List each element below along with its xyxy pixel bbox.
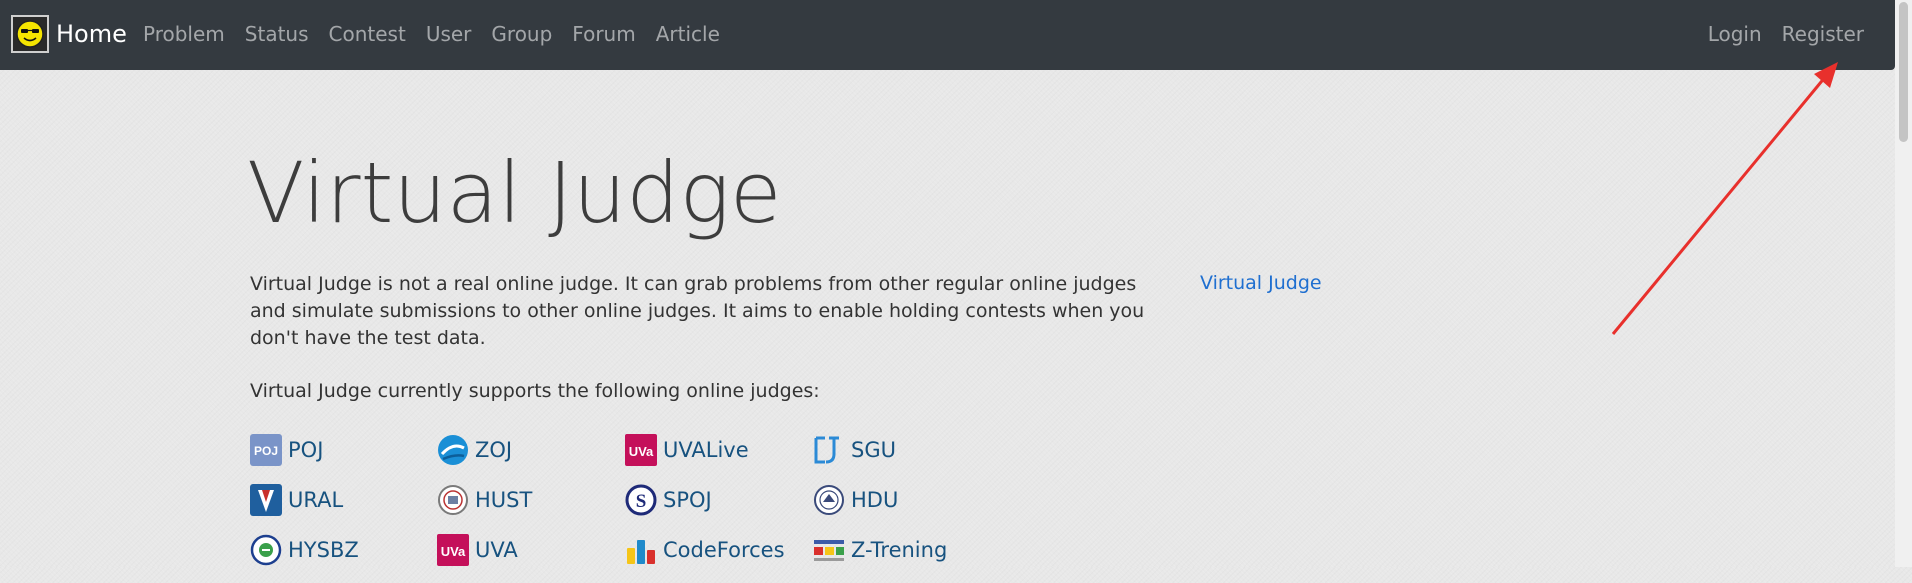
- home-label: Home: [56, 20, 127, 48]
- supports-text: Virtual Judge currently supports the fol…: [250, 380, 820, 402]
- sgu-icon: [813, 434, 845, 466]
- judge-uvalive[interactable]: UVa UVALive: [625, 433, 813, 467]
- top-navbar: Home Problem Status Contest User Group F…: [0, 0, 1895, 70]
- judge-name: URAL: [288, 488, 344, 512]
- svg-text:UVa: UVa: [441, 544, 466, 559]
- nav-problem[interactable]: Problem: [143, 22, 225, 46]
- judge-name: UVA: [475, 538, 518, 562]
- scrollbar-thumb[interactable]: [1899, 2, 1908, 142]
- judge-name: ZOJ: [475, 438, 513, 462]
- poj-icon: POJ: [250, 434, 282, 466]
- judge-name: HDU: [851, 488, 899, 512]
- register-link[interactable]: Register: [1782, 22, 1864, 46]
- judge-name: UVALive: [663, 438, 749, 462]
- nav-article[interactable]: Article: [656, 22, 720, 46]
- judge-hysbz[interactable]: HYSBZ: [250, 533, 437, 567]
- codeforces-icon: [625, 534, 657, 566]
- auth-nav: Login Register: [1688, 0, 1864, 67]
- page-title: Virtual Judge: [247, 144, 782, 242]
- svg-text:POJ: POJ: [254, 444, 278, 458]
- nav-forum[interactable]: Forum: [572, 22, 635, 46]
- nav-contest[interactable]: Contest: [329, 22, 406, 46]
- z-trening-icon: [813, 534, 845, 566]
- nav-group[interactable]: Group: [491, 22, 552, 46]
- judge-name: SPOJ: [663, 488, 712, 512]
- spoj-icon: S: [625, 484, 657, 516]
- svg-text:UVa: UVa: [629, 444, 654, 459]
- home-brand-link[interactable]: Home: [11, 15, 127, 53]
- nav-status[interactable]: Status: [245, 22, 309, 46]
- nav-user[interactable]: User: [426, 22, 472, 46]
- main-nav: Problem Status Contest User Group Forum …: [143, 0, 740, 67]
- judge-name: SGU: [851, 438, 896, 462]
- zoj-icon: [437, 434, 469, 466]
- vertical-scrollbar[interactable]: [1895, 0, 1912, 567]
- judge-ural[interactable]: URAL: [250, 483, 437, 517]
- login-link[interactable]: Login: [1708, 22, 1762, 46]
- judge-name: POJ: [288, 438, 324, 462]
- hysbz-icon: [250, 534, 282, 566]
- judge-hdu[interactable]: HDU: [813, 483, 1001, 517]
- judge-sgu[interactable]: SGU: [813, 433, 1001, 467]
- online-judge-list: POJ POJ ZOJ UVa UVALive SGU URAL HUST S …: [250, 433, 1001, 583]
- hdu-icon: [813, 484, 845, 516]
- judge-name: HUST: [475, 488, 533, 512]
- judge-poj[interactable]: POJ POJ: [250, 433, 437, 467]
- uva-icon: UVa: [437, 534, 469, 566]
- judge-name: HYSBZ: [288, 538, 359, 562]
- judge-hust[interactable]: HUST: [437, 483, 625, 517]
- judge-name: CodeForces: [663, 538, 785, 562]
- judge-zoj[interactable]: ZOJ: [437, 433, 625, 467]
- uvalive-icon: UVa: [625, 434, 657, 466]
- judge-spoj[interactable]: S SPOJ: [625, 483, 813, 517]
- virtual-judge-link[interactable]: Virtual Judge: [1200, 272, 1322, 294]
- hust-icon: [437, 484, 469, 516]
- smiley-logo-icon: [11, 15, 49, 53]
- judge-z-trening[interactable]: Z-Trening: [813, 533, 1001, 567]
- intro-paragraph: Virtual Judge is not a real online judge…: [250, 273, 1145, 349]
- judge-name: Z-Trening: [851, 538, 948, 562]
- judge-uva[interactable]: UVa UVA: [437, 533, 625, 567]
- ural-icon: [250, 484, 282, 516]
- judge-codeforces[interactable]: CodeForces: [625, 533, 813, 567]
- svg-text:S: S: [636, 491, 647, 512]
